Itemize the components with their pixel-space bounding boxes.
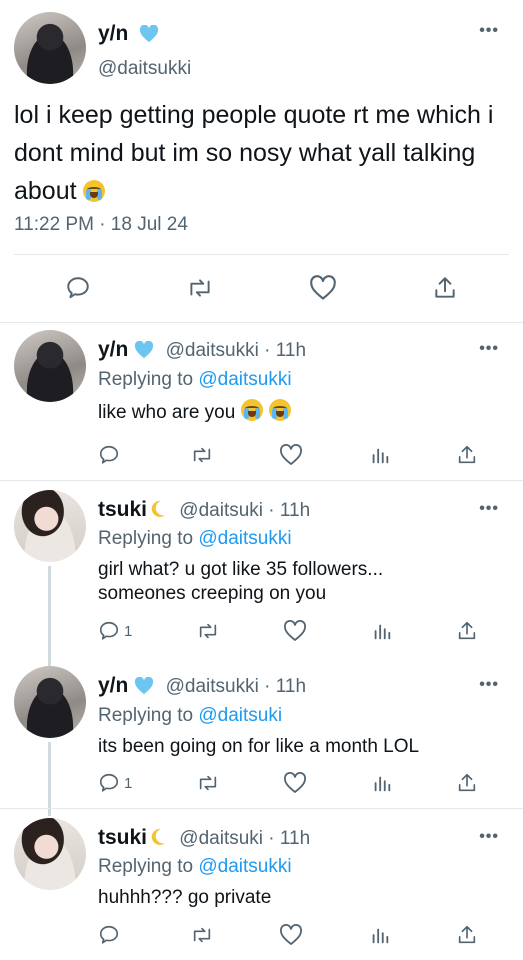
analytics-icon[interactable]	[369, 924, 391, 946]
reply-icon[interactable]	[98, 924, 124, 946]
reply-tweet: y/n @daitsukki · 11h Replying to @daitsu…	[98, 674, 498, 759]
handle-time: @daitsukki · 11h	[165, 676, 307, 697]
replying-to-link[interactable]: @daitsukki	[198, 528, 291, 549]
avatar[interactable]	[14, 490, 86, 562]
reply-text: like who are you	[98, 399, 498, 425]
thread-line	[48, 742, 51, 816]
replying-prefix: Replying to	[98, 856, 194, 877]
handle-time: @daitsukki · 11h	[165, 340, 307, 361]
divider	[0, 480, 523, 481]
analytics-icon[interactable]	[371, 772, 393, 794]
avatar[interactable]	[14, 666, 86, 738]
tweet-text: lol i keep getting people quote rt me wh…	[14, 96, 514, 210]
author-name[interactable]: y/n	[98, 22, 128, 45]
author-name[interactable]: tsuki	[98, 498, 147, 521]
reply-text: huhhh??? go private	[98, 887, 272, 908]
crescent-moon-icon	[150, 500, 166, 524]
tweet-timestamp[interactable]: 11:22 PM · 18 Jul 24	[14, 214, 188, 236]
divider	[0, 808, 523, 809]
retweet-icon[interactable]	[186, 275, 214, 301]
more-icon[interactable]: •••	[479, 500, 499, 518]
loudly-crying-emoji-icon	[241, 399, 264, 421]
avatar[interactable]	[14, 330, 86, 402]
author-name[interactable]: tsuki	[98, 826, 147, 849]
handle-time: @daitsuki · 11h	[179, 500, 311, 521]
heart-icon[interactable]	[283, 772, 307, 794]
replying-to: Replying to @daitsuki	[98, 705, 498, 727]
replying-to-link[interactable]: @daitsukki	[198, 369, 291, 390]
share-icon[interactable]	[456, 924, 478, 946]
analytics-icon[interactable]	[369, 444, 391, 466]
replying-to: Replying to @daitsukki	[98, 856, 498, 878]
share-icon[interactable]	[456, 444, 478, 466]
replying-to: Replying to @daitsukki	[98, 528, 418, 550]
avatar[interactable]	[14, 818, 86, 890]
reply-header: y/n @daitsukki · 11h	[98, 338, 498, 365]
divider	[0, 322, 523, 323]
reply-icon[interactable]	[65, 275, 91, 301]
reply-action-bar	[98, 924, 478, 946]
handle-time: @daitsuki · 11h	[179, 828, 311, 849]
avatar[interactable]	[14, 12, 86, 84]
heart-icon[interactable]	[309, 275, 337, 301]
divider	[14, 254, 509, 255]
author-name[interactable]: y/n	[98, 674, 128, 697]
loudly-crying-emoji-icon	[269, 399, 292, 421]
retweet-icon[interactable]	[190, 924, 214, 946]
heart-icon[interactable]	[279, 924, 303, 946]
reply-count: 1	[124, 774, 133, 792]
retweet-icon[interactable]	[190, 444, 214, 466]
author-name[interactable]: y/n	[98, 338, 128, 361]
share-icon[interactable]	[456, 772, 478, 794]
reply-tweet: tsuki @daitsuki · 11h Replying to @daits…	[98, 826, 498, 910]
loudly-crying-emoji-icon	[82, 180, 105, 202]
reply-icon[interactable]: 1	[98, 620, 132, 642]
reply-header: tsuki @daitsuki · 11h	[98, 498, 418, 524]
main-action-bar	[0, 270, 523, 306]
replying-prefix: Replying to	[98, 705, 194, 726]
reply-action-bar: 1	[98, 772, 478, 794]
reply-action-bar: 1	[98, 620, 478, 642]
reply-icon[interactable]	[98, 444, 124, 466]
reply-text: girl what? u got like 35 followers... so…	[98, 559, 384, 604]
replying-to-link[interactable]: @daitsukki	[198, 856, 291, 877]
heart-icon[interactable]	[279, 444, 303, 466]
verified-heart-icon	[139, 24, 159, 48]
replying-prefix: Replying to	[98, 369, 194, 390]
retweet-icon[interactable]	[196, 772, 220, 794]
share-icon[interactable]	[432, 275, 458, 301]
more-icon[interactable]: •••	[479, 22, 499, 40]
reply-count: 1	[124, 622, 133, 640]
replying-to-link[interactable]: @daitsuki	[198, 705, 282, 726]
heart-icon[interactable]	[283, 620, 307, 642]
analytics-icon[interactable]	[371, 620, 393, 642]
crescent-moon-icon	[150, 828, 166, 852]
share-icon[interactable]	[456, 620, 478, 642]
verified-heart-icon	[134, 676, 154, 701]
reply-tweet: y/n @daitsukki · 11h Replying to @daitsu…	[98, 338, 498, 425]
verified-heart-icon	[134, 340, 154, 365]
replying-to: Replying to @daitsukki	[98, 369, 498, 391]
author-handle[interactable]: @daitsukki	[98, 58, 191, 80]
reply-header: tsuki @daitsuki · 11h	[98, 826, 498, 852]
thread-line	[48, 566, 51, 666]
replying-prefix: Replying to	[98, 528, 194, 549]
reply-icon[interactable]: 1	[98, 772, 132, 794]
reply-tweet: tsuki @daitsuki · 11h Replying to @daits…	[98, 498, 418, 606]
reply-action-bar	[98, 444, 478, 466]
reply-text: its been going on for like a month LOL	[98, 736, 420, 757]
reply-header: y/n @daitsukki · 11h	[98, 674, 498, 701]
retweet-icon[interactable]	[196, 620, 220, 642]
reply-body: like who are you	[98, 402, 236, 423]
author-name-row: y/n	[98, 22, 159, 48]
